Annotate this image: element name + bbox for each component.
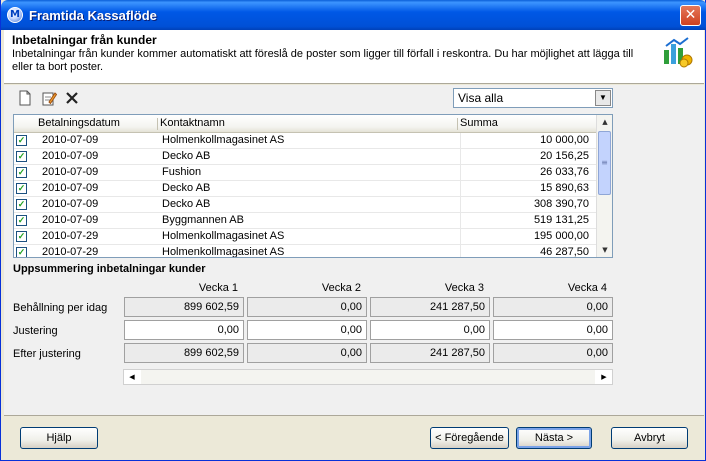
app-icon: M bbox=[7, 7, 23, 23]
row-sum: 10 000,00 bbox=[540, 134, 589, 146]
balance-cell: 0,00 bbox=[493, 297, 613, 317]
row-sum: 519 131,25 bbox=[533, 214, 589, 226]
row-sum: 195 000,00 bbox=[533, 230, 589, 242]
balance-cell: 899 602,59 bbox=[124, 297, 244, 317]
row-contact: Decko AB bbox=[162, 150, 211, 162]
row-checkbox[interactable]: ✓ bbox=[16, 151, 27, 162]
page-title: Inbetalningar från kunder bbox=[12, 33, 157, 47]
scroll-left-icon[interactable]: ◀ bbox=[124, 370, 140, 384]
row-date: 2010-07-09 bbox=[42, 134, 99, 146]
row-sum: 20 156,25 bbox=[540, 150, 589, 162]
summary-horizontal-scrollbar[interactable]: ◀ ▶ bbox=[123, 369, 613, 385]
scroll-thumb[interactable]: ≡ bbox=[598, 131, 611, 195]
row-date: 2010-07-29 bbox=[42, 246, 99, 258]
table-row[interactable]: ✓ 2010-07-29 Holmenkollmagasinet AS 46 2… bbox=[14, 245, 597, 258]
row-checkbox[interactable]: ✓ bbox=[16, 215, 27, 226]
table-row[interactable]: ✓ 2010-07-09 Decko AB 308 390,70 bbox=[14, 197, 597, 213]
scroll-up-icon[interactable]: ▲ bbox=[598, 115, 612, 129]
delete-icon[interactable] bbox=[64, 90, 80, 106]
adjustment-input[interactable]: 0,00 bbox=[370, 320, 490, 340]
edit-icon[interactable] bbox=[41, 90, 57, 106]
balance-cell: 241 287,50 bbox=[370, 297, 490, 317]
adjustment-input[interactable]: 0,00 bbox=[124, 320, 244, 340]
summary-row-label: Justering bbox=[13, 325, 58, 337]
after-adjustment-cell: 899 602,59 bbox=[124, 343, 244, 363]
chevron-down-icon[interactable]: ▼ bbox=[595, 90, 611, 106]
row-sum: 15 890,63 bbox=[540, 182, 589, 194]
filter-dropdown[interactable]: Visa alla ▼ bbox=[453, 88, 613, 108]
button-bar bbox=[4, 415, 704, 458]
previous-button[interactable]: < Föregående bbox=[430, 427, 509, 449]
column-header-sum[interactable]: Summa bbox=[460, 117, 498, 129]
page-description: Inbetalningar från kunder kommer automat… bbox=[12, 48, 634, 73]
table-row[interactable]: ✓ 2010-07-09 Decko AB 20 156,25 bbox=[14, 149, 597, 165]
cashflow-chart-icon bbox=[664, 37, 693, 68]
wizard-header: Inbetalningar från kunder Inbetalningar … bbox=[4, 30, 704, 84]
next-button[interactable]: Nästa > bbox=[516, 427, 592, 449]
row-sum: 46 287,50 bbox=[540, 246, 589, 258]
adjustment-input[interactable]: 0,00 bbox=[493, 320, 613, 340]
week-header: Vecka 4 bbox=[567, 282, 607, 294]
balance-cell: 0,00 bbox=[247, 297, 367, 317]
row-contact: Fushion bbox=[162, 166, 202, 178]
table-row[interactable]: ✓ 2010-07-09 Decko AB 15 890,63 bbox=[14, 181, 597, 197]
row-date: 2010-07-09 bbox=[42, 182, 99, 194]
row-date: 2010-07-09 bbox=[42, 198, 99, 210]
row-checkbox[interactable]: ✓ bbox=[16, 135, 27, 146]
filter-value: Visa alla bbox=[458, 91, 504, 105]
table-row[interactable]: ✓ 2010-07-09 Holmenkollmagasinet AS 10 0… bbox=[14, 133, 597, 149]
row-sum: 308 390,70 bbox=[533, 198, 589, 210]
after-adjustment-cell: 241 287,50 bbox=[370, 343, 490, 363]
after-adjustment-cell: 0,00 bbox=[493, 343, 613, 363]
dialog-window: M Framtida Kassaflöde ✕ Inbetalningar fr… bbox=[0, 0, 706, 461]
column-header-date[interactable]: Betalningsdatum bbox=[38, 117, 120, 129]
row-contact: Holmenkollmagasinet AS bbox=[162, 134, 285, 146]
scroll-down-icon[interactable]: ▼ bbox=[598, 243, 612, 257]
row-contact: Holmenkollmagasinet AS bbox=[162, 230, 285, 242]
row-checkbox[interactable]: ✓ bbox=[16, 199, 27, 210]
column-header-contact[interactable]: Kontaktnamn bbox=[160, 117, 225, 129]
row-sum: 26 033,76 bbox=[540, 166, 589, 178]
adjustment-input[interactable]: 0,00 bbox=[247, 320, 367, 340]
cancel-button[interactable]: Avbryt bbox=[611, 427, 688, 449]
row-date: 2010-07-09 bbox=[42, 150, 99, 162]
row-contact: Byggmannen AB bbox=[162, 214, 244, 226]
row-checkbox[interactable]: ✓ bbox=[16, 183, 27, 194]
summary-row-label: Efter justering bbox=[13, 348, 81, 360]
scroll-track[interactable] bbox=[141, 370, 595, 384]
row-checkbox[interactable]: ✓ bbox=[16, 231, 27, 242]
summary-row-label: Behållning per idag bbox=[13, 302, 108, 314]
table-header: Betalningsdatum Kontaktnamn Summa bbox=[14, 115, 597, 133]
payments-table: Betalningsdatum Kontaktnamn Summa ✓ 2010… bbox=[13, 114, 613, 258]
close-button[interactable]: ✕ bbox=[680, 5, 701, 26]
title-bar[interactable]: M Framtida Kassaflöde ✕ bbox=[1, 0, 706, 30]
scroll-right-icon[interactable]: ▶ bbox=[596, 370, 612, 384]
row-checkbox[interactable]: ✓ bbox=[16, 167, 27, 178]
row-date: 2010-07-09 bbox=[42, 214, 99, 226]
table-row[interactable]: ✓ 2010-07-09 Byggmannen AB 519 131,25 bbox=[14, 213, 597, 229]
help-button[interactable]: Hjälp bbox=[20, 427, 98, 449]
close-icon: ✕ bbox=[684, 7, 697, 23]
week-header: Vecka 3 bbox=[444, 282, 484, 294]
table-row[interactable]: ✓ 2010-07-09 Fushion 26 033,76 bbox=[14, 165, 597, 181]
week-header: Vecka 2 bbox=[321, 282, 361, 294]
new-document-icon[interactable] bbox=[17, 90, 33, 106]
summary-title: Uppsummering inbetalningar kunder bbox=[13, 263, 206, 275]
table-row[interactable]: ✓ 2010-07-29 Holmenkollmagasinet AS 195 … bbox=[14, 229, 597, 245]
row-date: 2010-07-29 bbox=[42, 230, 99, 242]
row-contact: Decko AB bbox=[162, 182, 211, 194]
week-header: Vecka 1 bbox=[198, 282, 238, 294]
row-contact: Decko AB bbox=[162, 198, 211, 210]
after-adjustment-cell: 0,00 bbox=[247, 343, 367, 363]
window-title: Framtida Kassaflöde bbox=[29, 8, 157, 23]
table-vertical-scrollbar[interactable]: ▲ ≡ ▼ bbox=[596, 115, 612, 257]
row-checkbox[interactable]: ✓ bbox=[16, 247, 27, 257]
row-date: 2010-07-09 bbox=[42, 166, 99, 178]
row-contact: Holmenkollmagasinet AS bbox=[162, 246, 285, 258]
